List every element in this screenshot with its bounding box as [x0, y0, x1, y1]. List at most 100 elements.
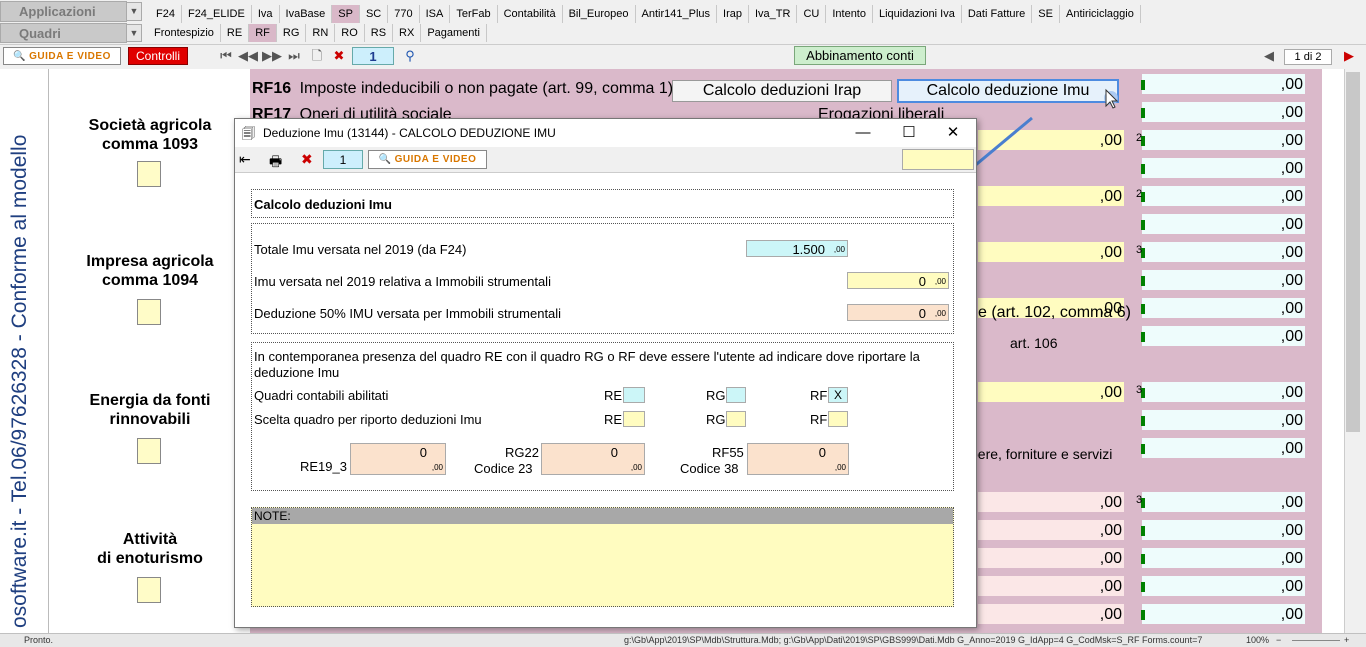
quadro-tab-rg[interactable]: RG [277, 24, 307, 42]
tab-se[interactable]: SE [1032, 5, 1060, 23]
dialog-yellow-field[interactable] [902, 149, 974, 170]
energia-rinnovabili-checkbox[interactable] [137, 438, 161, 464]
quadro-tab-rf[interactable]: RF [249, 24, 277, 42]
next-record-icon[interactable]: ▶▶ [262, 47, 282, 65]
exit-icon[interactable]: ⇤ [239, 151, 251, 168]
pager-prev-icon[interactable]: ◀ [1262, 47, 1276, 65]
search-record-icon[interactable]: ⚲ [400, 47, 420, 65]
scrollbar-thumb[interactable] [1346, 72, 1360, 432]
rf-scelta-checkbox[interactable] [828, 411, 848, 427]
rf-amount-field[interactable]: ,00 [1142, 158, 1305, 178]
delete-icon[interactable]: ✖ [330, 47, 348, 65]
rf-amount-field[interactable]: ,00 [1142, 74, 1305, 94]
tab-f24[interactable]: F24 [150, 5, 182, 23]
new-document-icon[interactable]: 🗋 [308, 47, 326, 65]
dialog-page-field[interactable]: 1 [323, 150, 363, 169]
first-record-icon[interactable]: ⏮ [216, 47, 236, 65]
quadro-tab-frontespizio[interactable]: Frontespizio [148, 24, 221, 42]
rf-left-amount-field[interactable]: ,00 [978, 242, 1124, 262]
rf-amount-field[interactable]: ,00 [1142, 298, 1305, 318]
enoturismo-checkbox[interactable] [137, 577, 161, 603]
quadro-tab-rx[interactable]: RX [393, 24, 422, 42]
quadro-tab-rn[interactable]: RN [306, 24, 336, 42]
prev-record-icon[interactable]: ◀◀ [238, 47, 258, 65]
rf-amount-field[interactable]: ,00 [1142, 382, 1305, 402]
quadri-dropdown-icon[interactable]: ▼ [126, 24, 142, 42]
print-icon[interactable]: 🖶 [269, 151, 282, 175]
rf-amount-field[interactable]: ,00 [1142, 548, 1305, 568]
tab-antiriciclaggio[interactable]: Antiriciclaggio [1060, 5, 1141, 23]
tab-iva[interactable]: Iva [252, 5, 280, 23]
zoom-out-icon[interactable]: − [1276, 634, 1281, 647]
rf-amount-field[interactable]: ,00 [1142, 492, 1305, 512]
impresa-agricola-checkbox[interactable] [137, 299, 161, 325]
rf-amount-field[interactable]: ,00 [1142, 326, 1305, 346]
delete-record-icon[interactable]: ✖ [301, 151, 313, 168]
re-abilitato-checkbox[interactable] [623, 387, 645, 403]
dialog-guida-video-button[interactable]: 🔍 GUIDA E VIDEO [368, 150, 487, 169]
tab-bil-europeo[interactable]: Bil_Europeo [563, 5, 636, 23]
pager-next-icon[interactable]: ▶ [1342, 47, 1356, 65]
rf-left-amount-field[interactable]: ,00 [978, 492, 1124, 512]
tab-irap[interactable]: Irap [717, 5, 749, 23]
rf-left-amount-field[interactable]: ,00 [978, 576, 1124, 596]
tab-terfab[interactable]: TerFab [450, 5, 498, 23]
imu-strumentali-field[interactable]: 0 ,00 [847, 272, 949, 289]
re19-field[interactable]: 0 ,00 [350, 443, 446, 475]
rf-amount-field[interactable]: ,00 [1142, 410, 1305, 430]
rf-abilitato-checkbox[interactable]: X [828, 387, 848, 403]
controlli-button[interactable]: Controlli [128, 47, 188, 65]
rf-left-amount-field[interactable]: ,00 [978, 548, 1124, 568]
tab-contabilit-[interactable]: Contabilità [498, 5, 563, 23]
rf-amount-field[interactable]: ,00 [1142, 102, 1305, 122]
totale-imu-field[interactable]: 1.500 ,00 [746, 240, 848, 257]
applicazioni-menu[interactable]: Applicazioni [0, 1, 127, 22]
abbinamento-conti-button[interactable]: Abbinamento conti [794, 46, 926, 65]
rf-left-amount-field[interactable]: ,00 [978, 604, 1124, 624]
tab-770[interactable]: 770 [388, 5, 420, 23]
societa-agricola-checkbox[interactable] [137, 161, 161, 187]
quadri-menu[interactable]: Quadri [0, 23, 127, 43]
tab-liquidazioni-iva[interactable]: Liquidazioni Iva [873, 5, 962, 23]
rf-amount-field[interactable]: ,00 [1142, 270, 1305, 290]
rf-amount-field[interactable]: ,00 [1142, 242, 1305, 262]
tab-intento[interactable]: Intento [826, 5, 873, 23]
zoom-in-icon[interactable]: + [1344, 634, 1349, 647]
rf-amount-field[interactable]: ,00 [1142, 214, 1305, 234]
rf-left-amount-field[interactable]: ,00 [978, 382, 1124, 402]
quadro-tab-re[interactable]: RE [221, 24, 250, 42]
minimize-icon[interactable]: — [843, 119, 883, 147]
rf-amount-field[interactable]: ,00 [1142, 438, 1305, 458]
page-number-field[interactable]: 1 [352, 47, 394, 65]
tab-cu[interactable]: CU [797, 5, 827, 23]
rf-amount-field[interactable]: ,00 [1142, 130, 1305, 150]
rf-left-amount-field[interactable]: ,00 [978, 520, 1124, 540]
rf55-field[interactable]: 0 ,00 [747, 443, 849, 475]
maximize-icon[interactable]: ☐ [889, 119, 929, 147]
pager-field[interactable]: 1 di 2 [1284, 49, 1332, 65]
tab-isa[interactable]: ISA [420, 5, 451, 23]
quadro-tab-rs[interactable]: RS [365, 24, 394, 42]
quadro-tab-ro[interactable]: RO [335, 24, 365, 42]
tab-iva-tr[interactable]: Iva_TR [749, 5, 798, 23]
rf-amount-field[interactable]: ,00 [1142, 520, 1305, 540]
last-record-icon[interactable]: ⏭ [284, 47, 304, 65]
tab-dati-fatture[interactable]: Dati Fatture [962, 5, 1033, 23]
guida-video-button[interactable]: 🔍 GUIDA E VIDEO [3, 47, 121, 65]
rg-abilitato-checkbox[interactable] [726, 387, 746, 403]
re-scelta-checkbox[interactable] [623, 411, 645, 427]
rg-scelta-checkbox[interactable] [726, 411, 746, 427]
zoom-slider[interactable] [1292, 640, 1340, 641]
tab-f24-elide[interactable]: F24_ELIDE [182, 5, 252, 23]
tab-sp[interactable]: SP [332, 5, 360, 23]
tab-sc[interactable]: SC [360, 5, 389, 23]
rf-amount-field[interactable]: ,00 [1142, 604, 1305, 624]
applicazioni-dropdown-icon[interactable]: ▼ [126, 2, 142, 21]
rg22-field[interactable]: 0 ,00 [541, 443, 645, 475]
rf-amount-field[interactable]: ,00 [1142, 186, 1305, 206]
calcolo-deduzioni-irap-button[interactable]: Calcolo deduzioni Irap [672, 80, 892, 102]
deduzione-50-field[interactable]: 0 ,00 [847, 304, 949, 321]
tab-antir141-plus[interactable]: Antir141_Plus [636, 5, 718, 23]
quadro-tab-pagamenti[interactable]: Pagamenti [421, 24, 487, 42]
rf-amount-field[interactable]: ,00 [1142, 576, 1305, 596]
